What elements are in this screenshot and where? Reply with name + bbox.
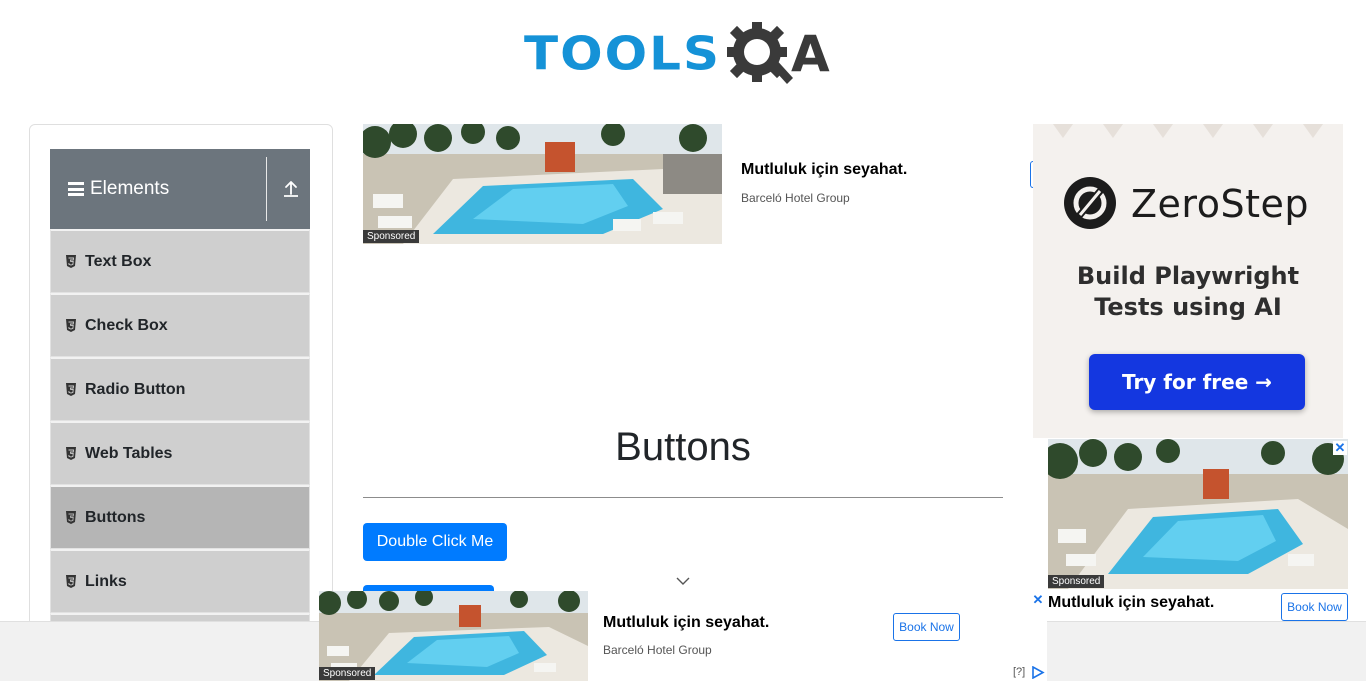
sidebar-item-buttons[interactable]: Buttons: [50, 485, 310, 549]
page-title: Buttons: [615, 425, 751, 469]
ad-tagline: Build Playwright Tests using AI: [1076, 262, 1300, 321]
sidebar-item-radio-button[interactable]: Radio Button: [50, 357, 310, 421]
sponsored-tag: Sponsored: [1048, 575, 1105, 588]
sidebar-item-label: Links: [85, 572, 127, 590]
sponsored-tag: Sponsored: [319, 667, 376, 680]
sidebar-item-check-box[interactable]: Check Box: [50, 293, 310, 357]
zerostep-ad[interactable]: ZeroStep Build Playwright Tests using AI…: [1033, 124, 1343, 438]
zerostep-logo-icon: [1064, 177, 1116, 229]
sidebar-menu: Text Box Check Box Radio Button Web Tabl…: [50, 229, 310, 643]
ad-advertiser: Barceló Hotel Group: [741, 191, 850, 205]
menu-icon: [68, 182, 84, 196]
group-title: Elements: [90, 178, 170, 199]
logo-text-a: A: [791, 25, 830, 83]
elements-group-header[interactable]: Elements: [50, 149, 310, 229]
sidebar-item-label: Radio Button: [85, 380, 186, 398]
sidebar-item-links[interactable]: Links: [50, 549, 310, 613]
hotel-pool-ad-image[interactable]: [363, 124, 722, 244]
ad-title[interactable]: Mutluluk için seyahat.: [1048, 594, 1214, 612]
try-for-free-button[interactable]: Try for free →: [1089, 354, 1305, 410]
sidebar-item-label: Buttons: [85, 508, 146, 526]
double-click-button[interactable]: Double Click Me: [363, 523, 507, 561]
ad-advertiser: Barceló Hotel Group: [603, 643, 712, 657]
collapse-upload-icon[interactable]: [282, 179, 300, 199]
html5-icon: [66, 383, 76, 396]
chevron-down-icon[interactable]: [676, 576, 690, 586]
close-ad-icon[interactable]: ✕: [1333, 441, 1347, 455]
title-divider: [363, 497, 1003, 498]
html5-icon: [66, 255, 76, 268]
ad-brand-name: ZeroStep: [1131, 182, 1309, 226]
sidebar-item-web-tables[interactable]: Web Tables: [50, 421, 310, 485]
html5-icon: [66, 511, 76, 524]
sidebar-panel: Elements Text Box Check Box Radio Button: [29, 124, 333, 644]
close-ad-icon[interactable]: ✕: [1031, 593, 1045, 607]
ad-choices-label[interactable]: [?]: [1013, 666, 1025, 678]
sidebar-item-label: Check Box: [85, 316, 168, 334]
adchoices-icon[interactable]: [1031, 666, 1045, 679]
sponsored-tag: Sponsored: [363, 230, 420, 243]
sidebar-item-label: Text Box: [85, 252, 152, 270]
gear-magnifier-icon: [727, 22, 793, 84]
html5-icon: [66, 447, 76, 460]
sidebar-item-label: Web Tables: [85, 444, 173, 462]
toolsqa-logo[interactable]: TOOLS A: [524, 16, 848, 92]
header-divider: [266, 157, 267, 221]
html5-icon: [66, 319, 76, 332]
sidebar-item-text-box[interactable]: Text Box: [50, 229, 310, 293]
ad-pattern: [1053, 124, 1323, 138]
ad-title[interactable]: Mutluluk için seyahat.: [741, 161, 907, 179]
logo-text-tools: TOOLS: [524, 27, 721, 81]
hotel-pool-ad-image[interactable]: [1048, 439, 1348, 589]
html5-icon: [66, 575, 76, 588]
page: TOOLS A Elements Text Box Check Box Radi…: [0, 0, 1366, 681]
bottom-hotel-ad[interactable]: Sponsored Mutluluk için seyahat. Barceló…: [319, 591, 1047, 681]
ad-title[interactable]: Mutluluk için seyahat.: [603, 614, 769, 632]
book-now-button[interactable]: Book Now: [1281, 593, 1348, 621]
book-now-button[interactable]: Book Now: [893, 613, 960, 641]
